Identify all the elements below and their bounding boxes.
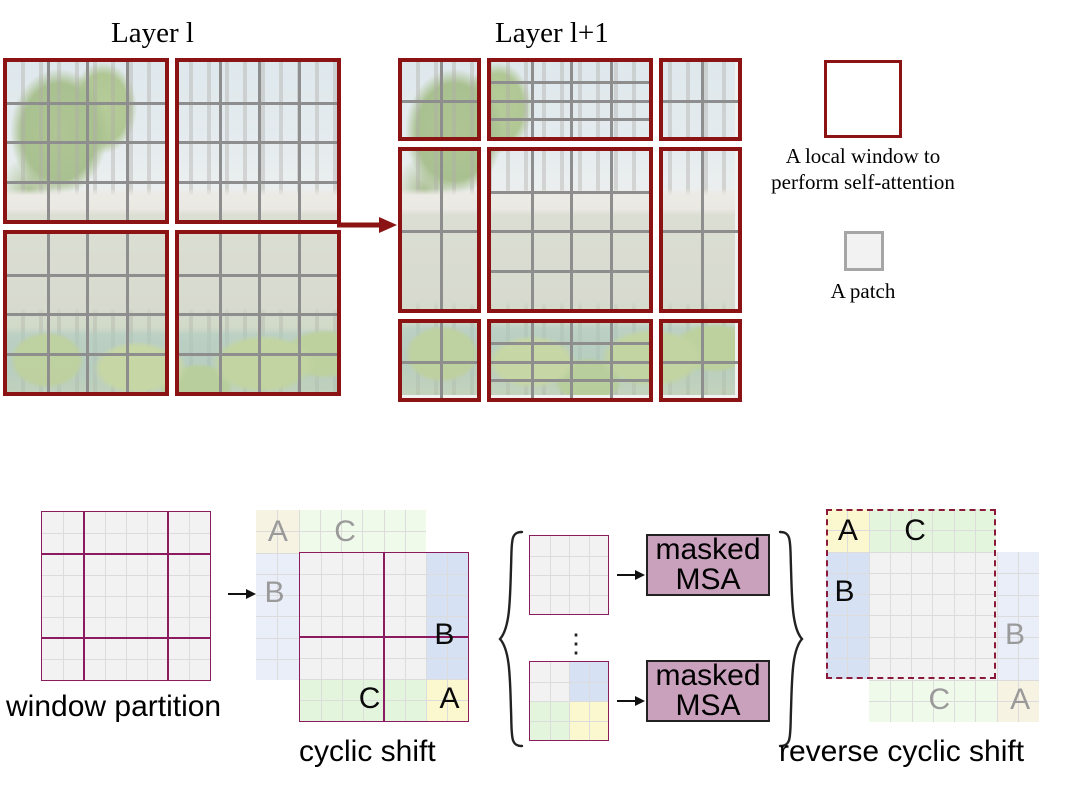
- layer-l-window: [3, 230, 169, 396]
- rev-faded-label-a: A: [1010, 682, 1031, 716]
- layer-l-plus-1-window: [398, 319, 481, 402]
- window-photo: [663, 62, 738, 137]
- layer-l-window: [3, 58, 169, 224]
- faded-label-b: B: [264, 576, 285, 609]
- layer-l-plus-1-window: [487, 147, 653, 313]
- legend-patch-swatch: [844, 231, 884, 271]
- masked-msa-block-bottom[interactable]: masked MSA: [646, 660, 770, 722]
- legend-window-swatch: [824, 60, 902, 138]
- window-photo: [402, 151, 477, 309]
- window-photo: [179, 234, 337, 392]
- mini-grid-lines-top: [530, 536, 608, 614]
- legend-window-label-line1: A local window to: [785, 144, 941, 168]
- mini-window-grid-bottom: [529, 661, 609, 741]
- window-photo: [7, 234, 165, 392]
- layer-l-plus-1-window: [659, 319, 742, 402]
- window-photo: [491, 323, 649, 398]
- layer-l-plus-1-window: [487, 58, 653, 141]
- window-photo: [402, 323, 477, 398]
- layer-l-title: Layer l: [111, 17, 194, 49]
- legend-patch-label: A patch: [830, 279, 896, 303]
- window-photo: [663, 323, 738, 398]
- window-photo: [663, 151, 738, 309]
- vertical-ellipsis: ⋮: [563, 628, 589, 658]
- layer-l-plus-1-window: [398, 58, 481, 141]
- caption-cyclic-shift: cyclic shift: [299, 735, 436, 768]
- caption-reverse-cyclic-shift: reverse cyclic shift: [779, 735, 1025, 768]
- left-grouping-brace: [498, 528, 524, 750]
- masked-msa-bottom-line1: masked: [655, 659, 761, 692]
- label-b: B: [434, 618, 455, 652]
- caption-window-partition: window partition: [6, 690, 222, 723]
- right-grouping-brace: [778, 528, 804, 750]
- reverse-shift-dashed-outline: [826, 509, 996, 679]
- layer-l-plus-1-window: [398, 147, 481, 313]
- faded-region-c: [298, 510, 426, 553]
- masked-msa-bottom-line2: MSA: [675, 689, 741, 722]
- partition-to-shift-arrow: [228, 585, 256, 603]
- layer-l-window: [175, 230, 341, 396]
- mini-grid-bottom-to-msa-arrow: [617, 692, 645, 710]
- cyclic-shift-grid: B C A: [299, 552, 469, 722]
- rev-faded-label-b: B: [1005, 618, 1026, 651]
- mini-window-grid-top: [529, 535, 609, 615]
- faded-label-c: C: [334, 514, 356, 548]
- layer-l-plus-1-title: Layer l+1: [495, 17, 609, 49]
- mini-region-c: [530, 701, 569, 740]
- window-photo: [179, 62, 337, 220]
- layer-l-window: [175, 58, 341, 224]
- mini-region-b: [569, 662, 608, 701]
- rev-faded-region-b: [996, 552, 1039, 680]
- legend-window-label: A local window to perform self-attention: [732, 143, 994, 196]
- label-c: C: [358, 682, 381, 716]
- window-photo: [402, 62, 477, 137]
- masked-msa-top-line1: masked: [655, 533, 761, 566]
- window-photo: [491, 151, 649, 309]
- masked-msa-block-top[interactable]: masked MSA: [646, 534, 770, 596]
- patch-gridlines: [42, 512, 210, 680]
- layer-l-plus-1-window: [659, 58, 742, 141]
- mini-region-a: [569, 701, 608, 740]
- layer-l-plus-1-window: [487, 319, 653, 402]
- layer-transition-arrow: [337, 215, 397, 235]
- window-photo: [491, 62, 649, 137]
- window-partition-grid: [41, 511, 211, 681]
- faded-region-b: [256, 552, 299, 680]
- rev-faded-label-c: C: [928, 682, 951, 716]
- faded-label-a: A: [267, 514, 288, 548]
- window-photo: [7, 62, 165, 220]
- layer-l-plus-1-window: [659, 147, 742, 313]
- region-b: [426, 553, 468, 679]
- label-a: A: [439, 682, 460, 716]
- masked-msa-top-line2: MSA: [675, 563, 741, 596]
- legend-window-label-line2: perform self-attention: [771, 170, 955, 195]
- mini-grid-top-to-msa-arrow: [617, 566, 645, 584]
